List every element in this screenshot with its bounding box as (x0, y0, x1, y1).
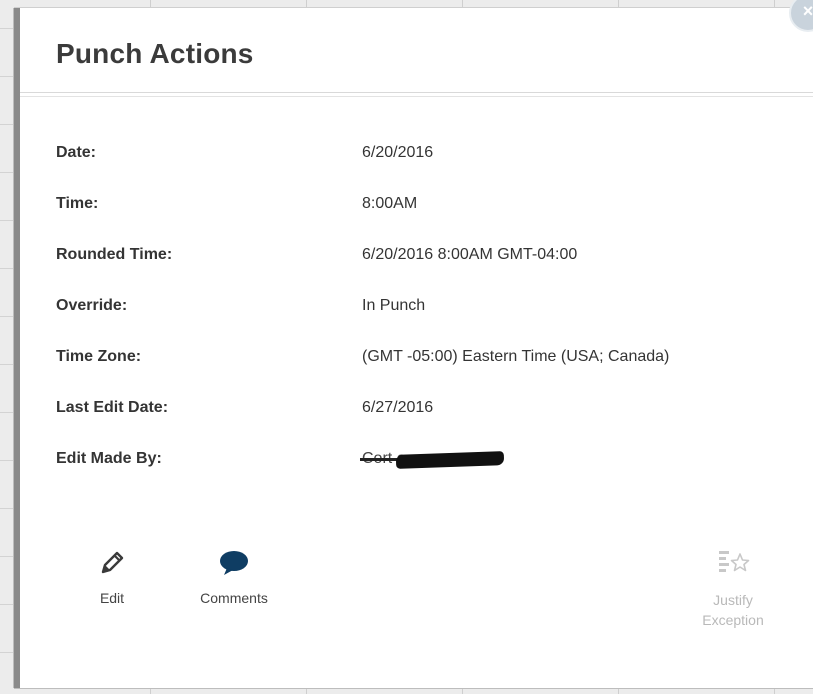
redaction-strike (360, 458, 400, 461)
last-edit-date-value: 6/27/2016 (362, 399, 434, 416)
date-value: 6/20/2016 (362, 144, 434, 161)
edit-made-by-label: Edit Made By: (56, 450, 162, 467)
edit-made-by-value: Cort e (360, 450, 505, 469)
override-value: In Punch (362, 297, 426, 314)
detail-row-time-zone: Time Zone: (GMT -05:00) Eastern Time (US… (56, 348, 796, 399)
comments-button[interactable]: Comments (184, 548, 284, 606)
speech-bubble-icon (220, 551, 248, 575)
detail-row-rounded-time: Rounded Time: 6/20/2016 8:00AM GMT-04:00 (56, 246, 796, 297)
edit-label: Edit (99, 590, 125, 606)
last-edit-date-label: Last Edit Date: (56, 399, 169, 416)
punch-actions-dialog: Punch Actions × Date: 6/20/2016 Time: 8:… (14, 0, 813, 688)
rounded-time-label: Rounded Time: (56, 246, 173, 263)
redaction-bar (395, 451, 505, 469)
detail-row-date: Date: 6/20/2016 (56, 144, 796, 195)
punch-details: Date: 6/20/2016 Time: 8:00AM Rounded Tim… (56, 144, 796, 501)
justify-exception-icon (719, 551, 750, 572)
justify-label-line1: Justify (713, 592, 753, 608)
time-label: Time: (56, 195, 99, 212)
detail-row-override: Override: In Punch (56, 297, 796, 348)
pencil-icon (101, 551, 124, 574)
date-label: Date: (56, 144, 97, 161)
header-divider (20, 92, 813, 93)
close-button[interactable]: × (789, 0, 813, 32)
close-icon: × (802, 1, 813, 21)
comments-label: Comments (200, 590, 268, 606)
time-zone-label: Time Zone: (56, 348, 142, 365)
edit-button[interactable]: Edit (90, 548, 134, 606)
dialog-title: Punch Actions (56, 38, 254, 69)
justify-label-line2: Exception (702, 612, 764, 628)
justify-exception-button[interactable]: Justify Exception (688, 548, 778, 630)
header-divider-secondary (20, 96, 813, 97)
override-label: Override: (56, 297, 128, 314)
redacted-name: Cort e (360, 450, 505, 469)
time-zone-value: (GMT -05:00) Eastern Time (USA; Canada) (362, 348, 670, 365)
detail-row-last-edit-date: Last Edit Date: 6/27/2016 (56, 399, 796, 450)
rounded-time-value: 6/20/2016 8:00AM GMT-04:00 (362, 246, 578, 263)
detail-row-edit-made-by: Edit Made By: Cort e (56, 450, 796, 501)
detail-row-time: Time: 8:00AM (56, 195, 796, 246)
time-value: 8:00AM (362, 195, 418, 212)
